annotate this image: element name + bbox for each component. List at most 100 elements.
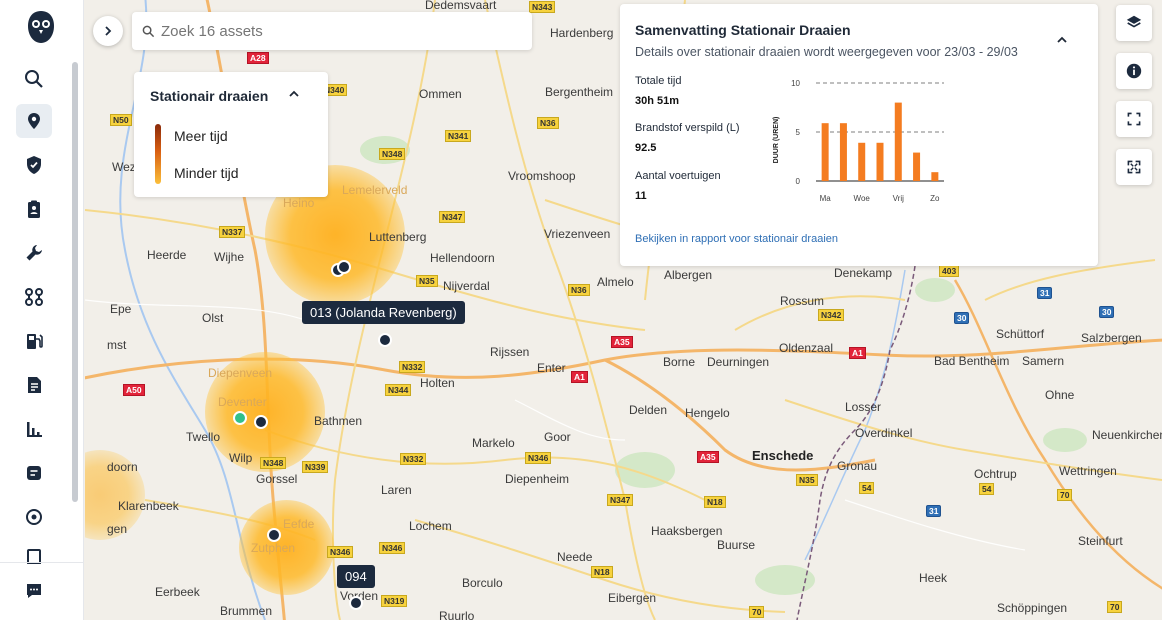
owl-logo-icon[interactable]	[26, 10, 56, 44]
map-place: Diepenveen	[208, 366, 273, 380]
clipboard-user-icon[interactable]	[16, 192, 52, 226]
map-place: Hardenberg	[550, 26, 614, 40]
message-box-icon[interactable]	[16, 456, 52, 490]
map-place: Laren	[381, 483, 412, 497]
road-shield: 31	[1037, 287, 1053, 299]
chevron-right-icon	[105, 26, 112, 36]
map-pin-icon[interactable]	[16, 104, 52, 138]
road-shield: A35	[697, 451, 719, 463]
bar-chart-icon[interactable]	[16, 412, 52, 446]
road-shield: A1	[849, 347, 866, 359]
map-place: Wettringen	[1059, 464, 1117, 478]
road-shield: 54	[859, 482, 875, 494]
target-icon[interactable]	[16, 500, 52, 534]
road-shield: N18	[704, 496, 726, 508]
stat-vehicles-label: Aantal voertuigen	[635, 170, 721, 182]
vehicle-marker[interactable]	[267, 528, 281, 542]
vehicle-marker-active[interactable]	[233, 411, 247, 425]
route-icon[interactable]	[16, 280, 52, 314]
road-shield: N346	[525, 452, 552, 464]
map-place: Eerbeek	[155, 585, 200, 599]
map-place: Samern	[1022, 354, 1065, 368]
chart-x-tick: Vrij	[893, 194, 904, 203]
map-place: Losser	[845, 400, 882, 414]
chat-icon[interactable]	[16, 574, 52, 608]
info-button[interactable]	[1116, 53, 1152, 89]
road-shield: 70	[749, 606, 765, 618]
map-place: Borculo	[462, 576, 503, 590]
map-place: Oldenzaal	[779, 341, 834, 355]
map-place: Markelo	[472, 436, 515, 450]
map-place: Enschede	[752, 448, 814, 463]
map-place: gen	[107, 522, 128, 536]
road-shield: 70	[1057, 489, 1073, 501]
road-shield: N346	[379, 542, 406, 554]
map-place: Rossum	[780, 294, 825, 308]
road-shield: N346	[327, 546, 354, 558]
map-place: Denekamp	[834, 266, 893, 280]
road-shield: N347	[439, 211, 466, 223]
map-place: Steinfurt	[1078, 534, 1123, 548]
road-shield: N341	[445, 130, 472, 142]
chart-bar	[931, 172, 939, 181]
road-shield: N18	[591, 566, 613, 578]
vehicle-marker[interactable]	[254, 415, 268, 429]
map-place: Almelo	[597, 275, 634, 289]
map-place: Ruurlo	[439, 609, 475, 620]
chart-y-tick: 0	[796, 177, 801, 186]
fuel-pump-icon[interactable]	[16, 324, 52, 358]
chevron-up-icon[interactable]	[1056, 34, 1068, 46]
shield-icon[interactable]	[16, 148, 52, 182]
search-input[interactable]	[161, 22, 511, 40]
chart-y-tick: 10	[791, 79, 800, 88]
map-place: Delden	[629, 403, 668, 417]
layers-button[interactable]	[1116, 5, 1152, 41]
road-shield: N332	[399, 361, 426, 373]
sidebar-divider	[0, 562, 84, 563]
chart-x-tick: Woe	[854, 194, 871, 203]
view-report-link[interactable]: Bekijken in rapport voor stationair draa…	[635, 233, 838, 245]
chevron-up-icon[interactable]	[288, 88, 300, 100]
vehicle-marker[interactable]	[378, 333, 392, 347]
fullscreen-button[interactable]	[1116, 149, 1152, 185]
road-shield: 31	[926, 505, 942, 517]
search-icon[interactable]	[16, 62, 52, 96]
map-place: Ommen	[419, 87, 462, 101]
map-place: Gorssel	[256, 472, 298, 486]
road-shield: N344	[385, 384, 412, 396]
road-shield: 30	[1099, 306, 1115, 318]
chart-x-tick: Zo	[930, 194, 940, 203]
map-place: Salzbergen	[1081, 331, 1142, 345]
map-place: Neuenkirchen	[1092, 428, 1162, 442]
map-place: Haaksbergen	[651, 524, 723, 538]
map-place: Holten	[420, 376, 455, 390]
fit-bounds-icon	[1127, 112, 1141, 126]
vehicle-marker[interactable]	[349, 596, 363, 610]
fit-bounds-button[interactable]	[1116, 101, 1152, 137]
vehicle-marker[interactable]	[337, 260, 351, 274]
map-place: Wez	[112, 160, 136, 174]
sidebar-scrollbar[interactable]	[72, 62, 78, 502]
road-shield: A28	[247, 52, 269, 64]
partial-nav-icon[interactable]	[16, 544, 52, 564]
road-shield: 403	[939, 265, 960, 277]
legend-more-label: Meer tijd	[174, 128, 228, 144]
search-box[interactable]	[132, 12, 532, 50]
expand-sidebar-button[interactable]	[93, 16, 123, 46]
document-icon[interactable]	[16, 368, 52, 402]
road-shield: N50	[110, 114, 132, 126]
wrench-icon[interactable]	[16, 236, 52, 270]
map-place: mst	[107, 338, 127, 352]
map-place: Bad Bentheim	[934, 354, 1010, 368]
stat-fuel-value: 92.5	[635, 142, 657, 154]
map-place: doorn	[107, 460, 138, 474]
map-place: Twello	[186, 430, 221, 444]
map-place: Gronau	[837, 459, 878, 473]
sidebar	[0, 0, 84, 620]
map-place: Ohne	[1045, 388, 1075, 402]
map-place: Klarenbeek	[118, 499, 179, 513]
road-shield: N342	[818, 309, 845, 321]
map-place: Eibergen	[608, 591, 657, 605]
chart-bar	[894, 102, 902, 181]
map-place: Rijssen	[490, 345, 530, 359]
